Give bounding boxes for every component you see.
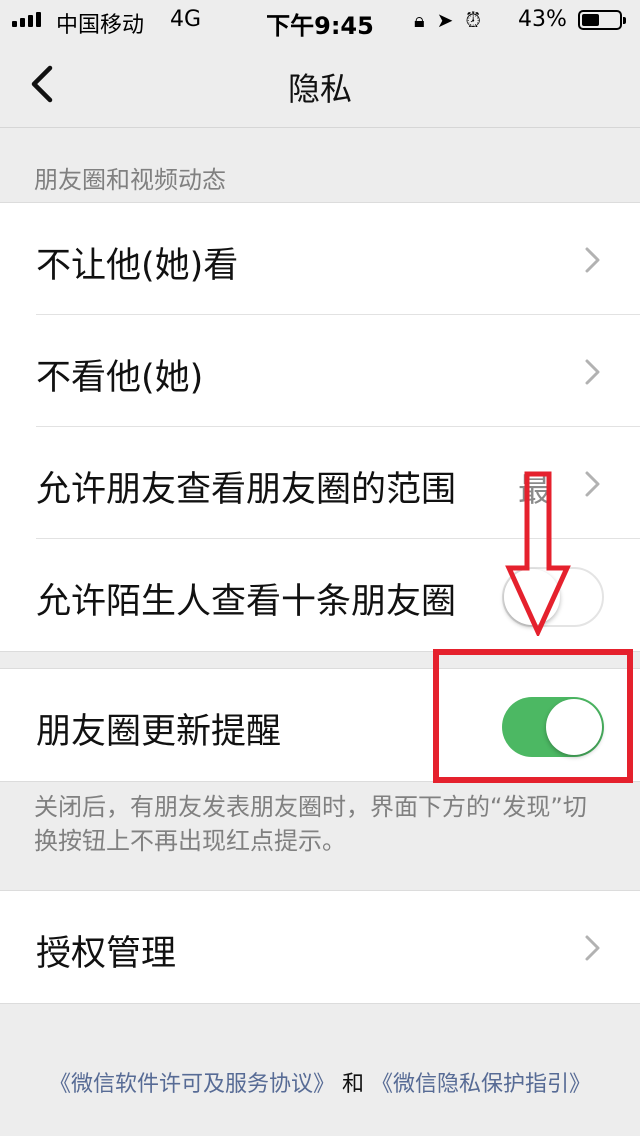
page-title: 隐私 (287, 70, 352, 108)
annotation-arrow-icon (505, 471, 571, 636)
alarm-icon: ⏰︎ (465, 8, 482, 32)
location-icon: ➤ (436, 8, 454, 32)
footer-conjunction: 和 (341, 1072, 364, 1097)
footer-links: 《微信软件许可及服务协议》 和 《微信隐私保护指引》 (0, 1066, 640, 1098)
row-label: 授权管理 (36, 934, 177, 974)
privacy-guide-link[interactable]: 《微信隐私保护指引》 (371, 1072, 591, 1097)
chevron-right-icon (585, 359, 600, 385)
annotation-highlight-box (433, 649, 633, 783)
orientation-lock-icon: 🔒︎ (414, 8, 425, 32)
navigation-bar: 隐私 (0, 40, 640, 128)
chevron-right-icon (585, 247, 600, 273)
chevron-right-icon (585, 471, 600, 497)
section-header-moments: 朋友圈和视频动态 (34, 166, 226, 194)
row-authorization-management[interactable]: 授权管理 (0, 891, 640, 1003)
row-label: 不看他(她) (36, 358, 204, 398)
auth-settings-group: 授权管理 (0, 890, 640, 1004)
chevron-right-icon (585, 935, 600, 961)
battery-icon (578, 10, 626, 30)
row-hide-my-posts[interactable]: 不让他(她)看 (0, 203, 640, 315)
row-hide-their-posts[interactable]: 不看他(她) (0, 315, 640, 427)
row-label: 允许陌生人查看十条朋友圈 (36, 582, 457, 622)
row-label: 允许朋友查看朋友圈的范围 (36, 470, 457, 510)
reminder-footnote: 关闭后，有朋友发表朋友圈时，界面下方的“发现”切换按钮上不再出现红点提示。 (34, 793, 587, 855)
row-label: 不让他(她)看 (36, 246, 239, 286)
license-agreement-link[interactable]: 《微信软件许可及服务协议》 (49, 1072, 335, 1097)
row-label: 朋友圈更新提醒 (36, 712, 282, 752)
battery-percent: 43% (518, 7, 567, 32)
status-bar: 中国移动 4G 下午9:45 🔒︎ ➤ ⏰︎ 43% (0, 0, 640, 40)
